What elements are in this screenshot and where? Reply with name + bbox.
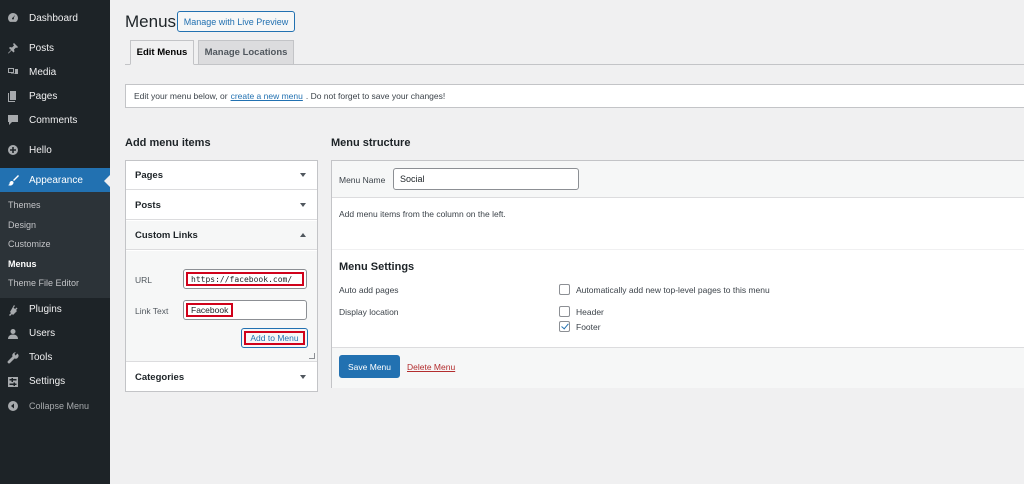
page-title: Menus <box>125 12 177 31</box>
accordion-label: Custom Links <box>135 229 198 241</box>
menu-name-bar: Menu Name Social <box>332 161 1024 198</box>
create-new-menu-link[interactable]: create a new menu <box>231 91 303 101</box>
resize-handle[interactable] <box>309 353 315 359</box>
accordion-posts[interactable]: Posts <box>126 191 317 220</box>
location-footer-label: Footer <box>576 321 601 332</box>
manage-live-preview-button[interactable]: Manage with Live Preview <box>177 11 295 32</box>
nav-users[interactable]: Users <box>0 322 110 346</box>
nav-label: Collapse Menu <box>29 400 90 411</box>
media-icon <box>6 65 20 79</box>
url-label: URL <box>135 275 153 285</box>
display-location-label: Display location <box>339 307 399 317</box>
footer-checkbox[interactable] <box>559 321 570 332</box>
menu-actions-bar: Save Menu Delete Menu <box>332 347 1024 388</box>
caret-down-icon <box>300 203 306 207</box>
location-header-label: Header <box>576 306 604 317</box>
accordion-label: Posts <box>135 199 161 211</box>
nav-tools[interactable]: Tools <box>0 346 110 370</box>
nav-label: Pages <box>29 90 58 102</box>
menu-settings-heading: Menu Settings <box>339 261 415 273</box>
submenu-themes[interactable]: Themes <box>0 196 110 216</box>
accordion-custom-links[interactable]: Custom Links <box>126 221 317 250</box>
nav-label: Users <box>29 328 56 339</box>
url-input[interactable]: https://facebook.com/ <box>183 269 307 289</box>
nav-label: Media <box>29 66 57 78</box>
user-icon <box>6 327 20 341</box>
nav-label: Dashboard <box>29 12 78 24</box>
nav-label: Hello <box>29 144 52 156</box>
wrench-icon <box>6 351 20 365</box>
submenu-design[interactable]: Design <box>0 216 110 236</box>
settings-icon <box>6 375 20 389</box>
nav-label: Plugins <box>29 304 62 315</box>
pages-icon <box>6 89 20 103</box>
nav-label: Settings <box>29 376 66 387</box>
add-menu-items-heading: Add menu items <box>125 137 211 149</box>
tab-edit-menus[interactable]: Edit Menus <box>130 40 194 65</box>
nav-plugins[interactable]: Plugins <box>0 298 110 322</box>
submenu-theme-file-editor[interactable]: Theme File Editor <box>0 274 110 294</box>
submenu-customize[interactable]: Customize <box>0 235 110 255</box>
nav-pages[interactable]: Pages <box>0 84 110 108</box>
caret-up-icon <box>300 233 306 237</box>
nav-posts[interactable]: Posts <box>0 36 110 60</box>
auto-add-option-label: Automatically add new top-level pages to… <box>576 284 770 295</box>
admin-sidebar: Dashboard Posts Media Pages Comments Hel… <box>0 0 110 484</box>
nav-label: Posts <box>29 42 55 54</box>
header-checkbox[interactable] <box>559 306 570 317</box>
link-text-value: Facebook <box>186 303 234 317</box>
link-text-label: Link Text <box>135 306 169 316</box>
nav-appearance[interactable]: Appearance <box>0 168 110 192</box>
nav-media[interactable]: Media <box>0 60 110 84</box>
nav-tabs: Edit Menus Manage Locations <box>125 40 1024 65</box>
location-header-row[interactable]: Header <box>559 306 604 317</box>
nav-label: Appearance <box>29 174 83 186</box>
plug-icon <box>6 303 20 317</box>
menu-structure-panel: Menu Name Social Add menu items from the… <box>331 160 1024 388</box>
comment-icon <box>6 113 20 127</box>
accordion-label: Categories <box>135 372 185 383</box>
add-items-hint: Add menu items from the column on the le… <box>339 209 506 219</box>
brush-icon <box>6 173 20 187</box>
divider <box>332 249 1024 250</box>
nav-dashboard[interactable]: Dashboard <box>0 6 110 30</box>
add-to-menu-label: Add to Menu <box>244 331 305 345</box>
edit-notice: Edit your menu below, or create a new me… <box>125 84 1024 108</box>
location-footer-row[interactable]: Footer <box>559 321 601 332</box>
nav-settings[interactable]: Settings <box>0 370 110 394</box>
auto-add-checkbox[interactable] <box>559 284 570 295</box>
save-menu-button[interactable]: Save Menu <box>339 355 400 378</box>
link-text-input[interactable]: Facebook <box>183 300 307 320</box>
caret-down-icon <box>300 375 306 379</box>
nav-collapse-menu[interactable]: Collapse Menu <box>0 394 110 418</box>
auto-add-checkbox-row[interactable]: Automatically add new top-level pages to… <box>559 284 770 295</box>
caret-down-icon <box>300 173 306 177</box>
appearance-submenu: Themes Design Customize Menus Theme File… <box>0 192 110 298</box>
notice-text-before: Edit your menu below, or <box>134 91 228 101</box>
nav-hello[interactable]: Hello <box>0 138 110 162</box>
menu-name-label: Menu Name <box>339 175 386 185</box>
add-menu-items-accordion: Pages Posts Custom Links URL https://fac… <box>125 160 318 392</box>
notice-text-after: . Do not forget to save your changes! <box>305 91 446 101</box>
nav-label: Comments <box>29 114 78 126</box>
accordion-pages[interactable]: Pages <box>126 161 317 190</box>
nav-label: Tools <box>29 352 53 363</box>
collapse-icon <box>6 399 20 413</box>
menu-name-input[interactable]: Social <box>393 168 579 190</box>
tab-manage-locations[interactable]: Manage Locations <box>198 40 294 65</box>
submenu-menus[interactable]: Menus <box>0 255 110 275</box>
menu-structure-heading: Menu structure <box>331 137 411 149</box>
nav-comments[interactable]: Comments <box>0 108 110 132</box>
plus-circle-icon <box>6 143 20 157</box>
pin-icon <box>6 41 20 55</box>
accordion-label: Pages <box>135 169 163 181</box>
auto-add-pages-label: Auto add pages <box>339 285 399 295</box>
accordion-categories[interactable]: Categories <box>126 363 317 392</box>
dashboard-icon <box>6 11 20 25</box>
url-value: https://facebook.com/ <box>186 272 304 286</box>
custom-links-panel: URL https://facebook.com/ Link Text Face… <box>126 251 317 362</box>
add-to-menu-button[interactable]: Add to Menu <box>241 328 308 348</box>
delete-menu-link[interactable]: Delete Menu <box>407 362 455 372</box>
